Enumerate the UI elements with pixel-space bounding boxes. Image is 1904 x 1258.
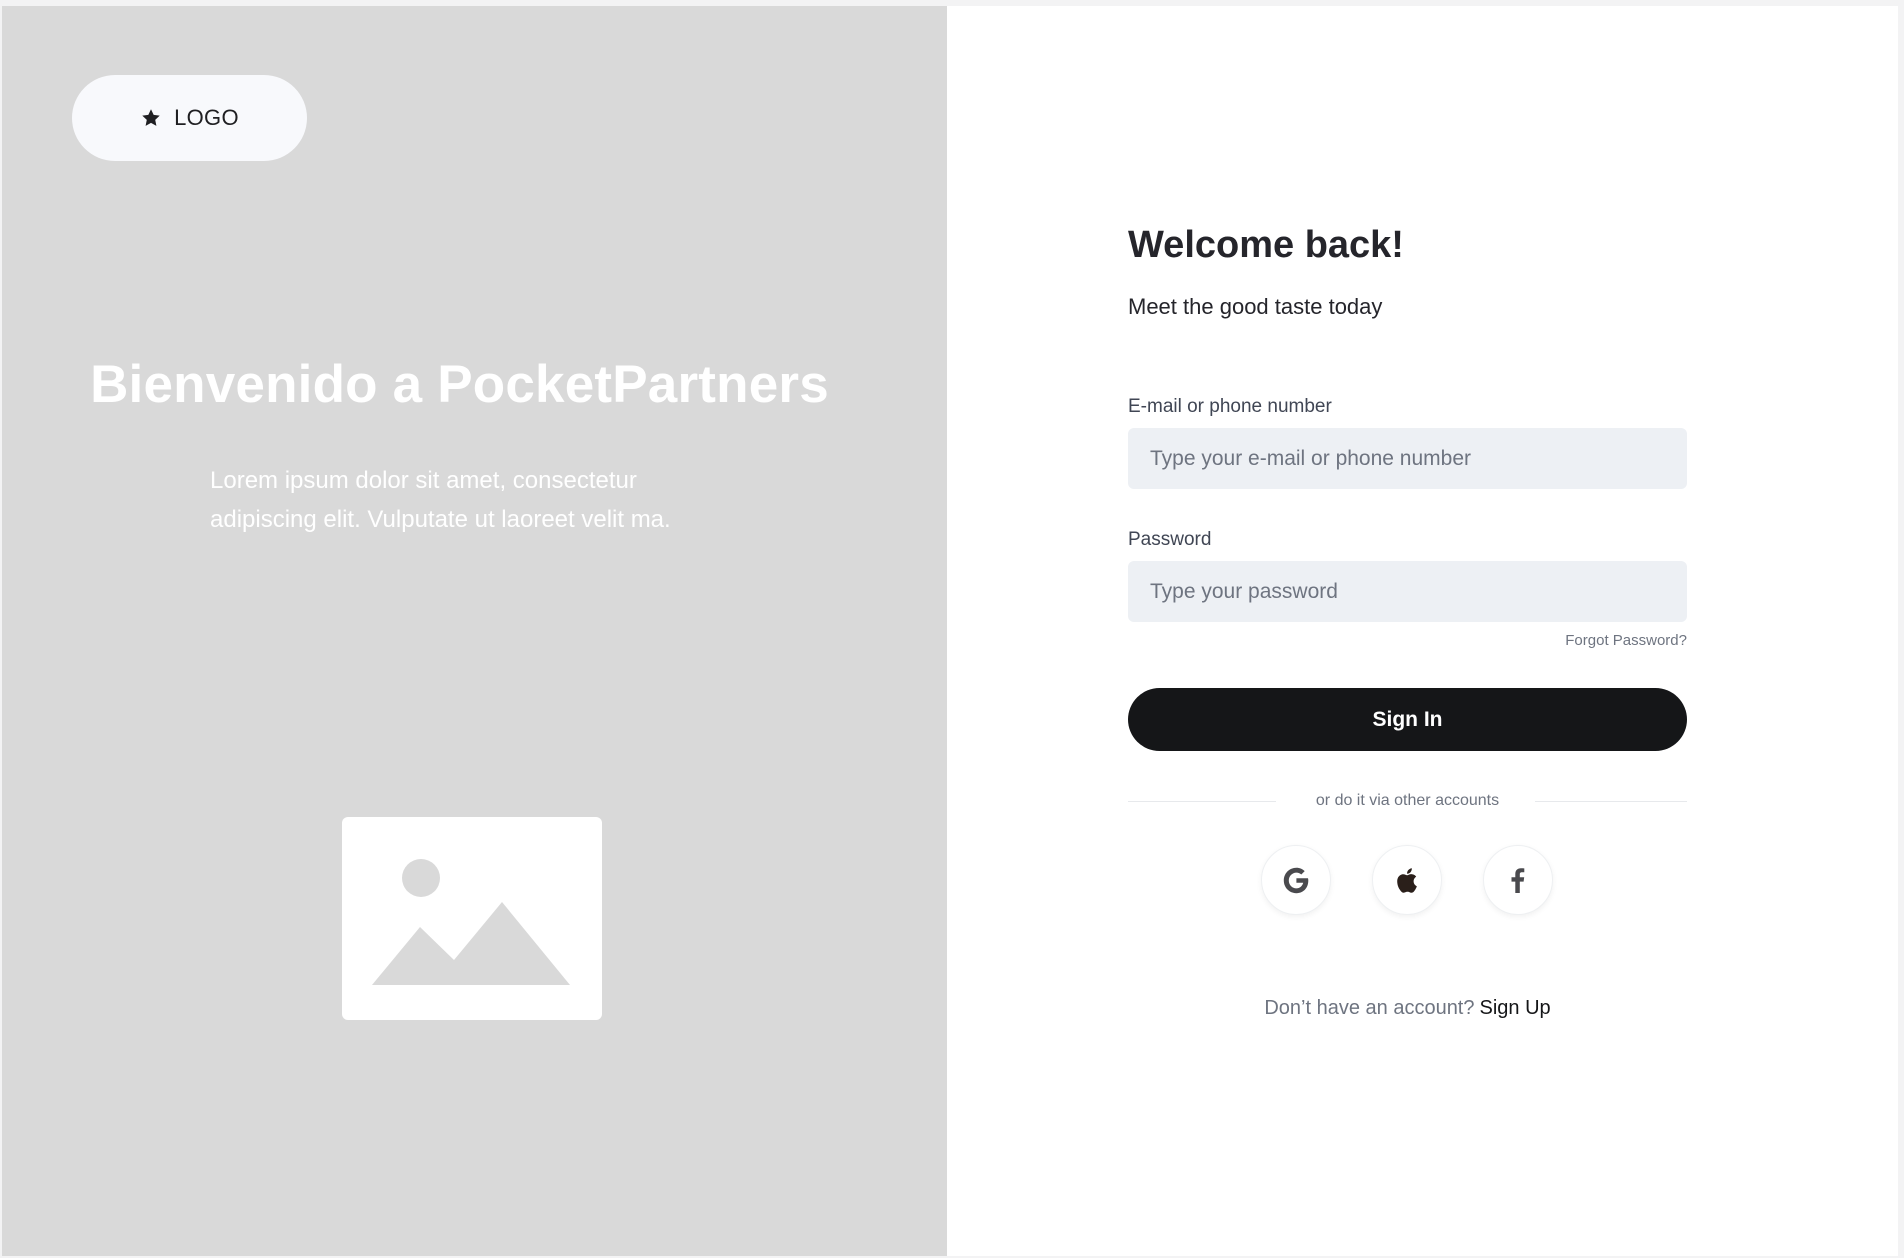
hero-panel: LOGO Bienvenido a PocketPartners Lorem i… [2,6,947,1256]
logo-badge[interactable]: LOGO [72,75,307,161]
image-placeholder-icon [372,859,570,985]
apple-sign-in-button[interactable] [1372,845,1442,915]
divider-right [1535,801,1687,802]
hero-description: Lorem ipsum dolor sit amet, consectetur … [210,467,671,533]
email-label: E-mail or phone number [1128,396,1332,417]
signup-prompt: Don’t have an account? Sign Up [1128,997,1687,1020]
hero-title: Bienvenido a PocketPartners [90,355,829,414]
sign-up-link[interactable]: Sign Up [1480,997,1551,1019]
signup-question: Don’t have an account? [1264,997,1475,1019]
image-placeholder [342,817,602,1020]
facebook-sign-in-button[interactable] [1483,845,1553,915]
logo-text: LOGO [174,105,239,130]
page-title: Welcome back! [1128,224,1404,266]
apple-icon [1397,868,1417,893]
password-label: Password [1128,529,1212,550]
sign-in-button[interactable]: Sign In [1128,688,1687,751]
page-subtitle: Meet the good taste today [1128,294,1383,319]
login-form: Welcome back! Meet the good taste today … [1128,0,1687,1258]
google-icon [1283,867,1309,894]
email-field[interactable] [1128,428,1687,489]
forgot-password-link[interactable]: Forgot Password? [1565,632,1687,649]
password-field[interactable] [1128,561,1687,622]
facebook-icon [1511,868,1525,893]
star-icon [142,109,160,126]
google-sign-in-button[interactable] [1261,845,1331,915]
